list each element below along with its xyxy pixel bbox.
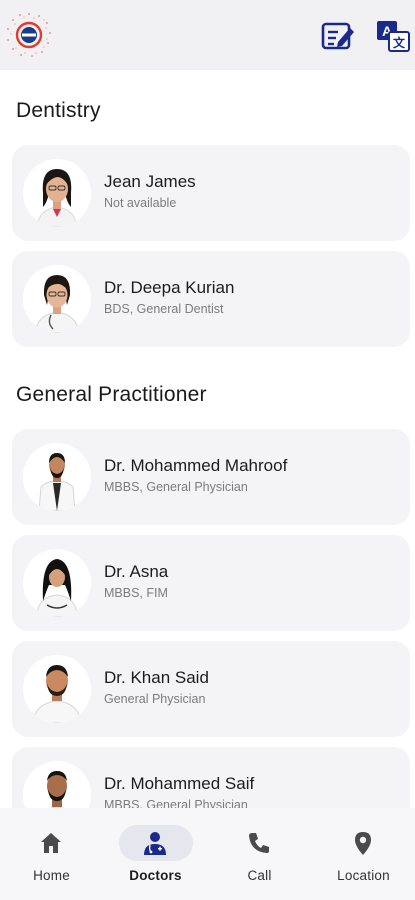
svg-text:文: 文	[393, 35, 406, 50]
doctor-name: Dr. Mohammed Mahroof	[104, 456, 288, 475]
doctor-name: Dr. Khan Said	[104, 668, 209, 687]
doctor-subtitle: BDS, General Dentist	[104, 302, 224, 316]
doctor-subtitle: Not available	[104, 196, 177, 210]
doctor-card[interactable]: Dr. Mohammed Mahroof MBBS, General Physi…	[12, 429, 410, 525]
edit-note-icon[interactable]	[321, 20, 355, 52]
doctor-card[interactable]: Dr. Deepa Kurian BDS, General Dentist	[12, 251, 410, 347]
location-pin-icon	[350, 830, 376, 856]
doctor-avatar	[23, 443, 91, 511]
nav-label-home: Home	[33, 868, 70, 883]
doctor-subtitle: MBBS, General Physician	[104, 480, 248, 494]
doctor-avatar	[23, 549, 91, 617]
nav-label-doctors: Doctors	[129, 868, 182, 883]
doctor-card[interactable]: Jean James Not available	[12, 145, 410, 241]
translate-icon[interactable]: A 文	[376, 20, 410, 52]
doctor-avatar	[23, 265, 91, 333]
doctor-icon	[142, 830, 168, 856]
nav-label-location: Location	[337, 868, 390, 883]
bottom-navigation: Home Doctors Call Location	[0, 808, 415, 900]
nav-label-call: Call	[247, 868, 272, 883]
nav-item-location[interactable]: Location	[312, 808, 415, 900]
home-icon	[38, 830, 64, 856]
doctor-card[interactable]: Dr. Asna MBBS, FIM	[12, 535, 410, 631]
doctor-avatar	[23, 159, 91, 227]
doctor-list[interactable]: Dentistry Jean James Not available Dr. D…	[0, 70, 415, 808]
nav-item-home[interactable]: Home	[0, 808, 103, 900]
doctor-avatar	[23, 761, 91, 808]
doctor-subtitle: General Physician	[104, 692, 206, 706]
app-header: A 文	[0, 0, 415, 70]
doctor-avatar	[23, 655, 91, 723]
doctor-card[interactable]: Dr. Mohammed Saif MBBS, General Physicia…	[12, 747, 410, 808]
doctor-subtitle: MBBS, FIM	[104, 586, 168, 600]
doctor-card[interactable]: Dr. Khan Said General Physician	[12, 641, 410, 737]
doctor-name: Dr. Mohammed Saif	[104, 774, 255, 793]
nav-item-doctors[interactable]: Doctors	[104, 808, 207, 900]
nav-item-call[interactable]: Call	[208, 808, 311, 900]
phone-icon	[246, 830, 272, 856]
doctor-name: Dr. Deepa Kurian	[104, 278, 235, 297]
section-title-general-practitioner: General Practitioner	[16, 383, 207, 406]
section-title-dentistry: Dentistry	[16, 99, 101, 122]
doctor-subtitle: MBBS, General Physician	[104, 798, 248, 808]
doctor-name: Jean James	[104, 172, 196, 191]
doctor-name: Dr. Asna	[104, 562, 169, 581]
clinic-logo-icon	[6, 12, 52, 58]
